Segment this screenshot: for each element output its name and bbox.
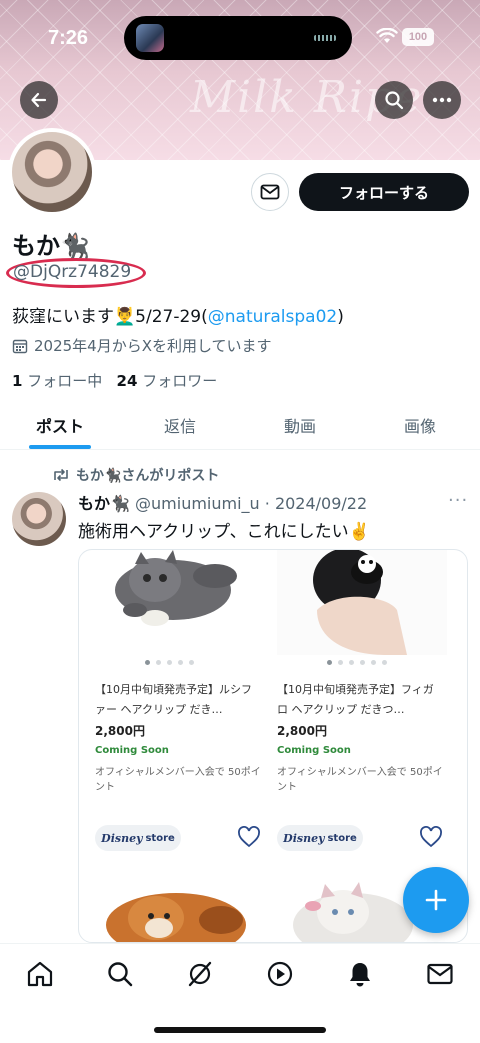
message-button[interactable] [251,173,289,211]
display-name: もか🐈‍⬛ [12,232,90,260]
more-horizontal-icon [432,97,452,103]
post-author-avatar[interactable] [12,492,66,546]
heart-icon[interactable] [419,826,443,848]
following-count: 1 [12,372,23,390]
tab-replies[interactable]: 返信 [120,400,240,449]
store-brand: Disney [283,831,325,845]
heart-icon[interactable] [237,826,261,848]
home-indicator [154,1027,326,1033]
followers-label: フォロワー [142,372,218,390]
dog-plush-image [106,893,246,942]
bio-text-end: ) [337,307,344,327]
notifications-bell-icon[interactable] [346,960,374,988]
repost-label: もか🐈‍⬛さんがリポスト [76,468,220,484]
calendar-icon [12,339,28,353]
carousel-dots [145,660,194,665]
home-icon[interactable] [26,960,54,988]
now-playing-app-icon [136,24,164,52]
tab-posts[interactable]: ポスト [0,400,120,449]
product-price: 2,800円 [277,724,327,738]
product-title: 【10月中旬頃発売予定】フィガロ ヘアクリップ だきつ… [277,683,434,716]
audio-wave-icon [314,35,336,41]
arrow-left-icon [31,92,47,108]
joined-date: 2025年4月からXを利用しています [12,335,272,356]
video-play-icon[interactable] [266,960,294,988]
back-button[interactable] [20,81,58,119]
bio-text: 荻窪にいます💆‍♂️5/27-29( [12,307,208,327]
more-options-button[interactable] [423,81,461,119]
search-icon[interactable] [106,960,134,988]
store-label: store [327,832,357,844]
product-card[interactable]: 【10月中旬頃発売予定】ルシファー ヘアクリップ だき… 2,800円 Comi… [95,550,265,942]
plus-icon [425,889,447,911]
store-label: store [145,832,175,844]
product-title: 【10月中旬頃発売予定】ルシファー ヘアクリップ だき… [95,683,252,716]
tab-images[interactable]: 画像 [360,400,480,449]
search-button[interactable] [375,81,413,119]
post-more-button[interactable]: ··· [448,490,468,511]
followers-link[interactable]: 24 フォロワー [117,372,218,390]
carousel-dots [327,660,387,665]
product-price: 2,800円 [95,724,145,738]
profile-handle: @DjQrz74829 [13,262,132,282]
profile-tabs: ポスト 返信 動画 画像 [0,400,480,450]
follow-counts: 1 フォロー中 24 フォロワー [12,370,217,391]
product-points-note: オフィシャルメンバー入会で 50ポイント [277,767,443,793]
grok-icon[interactable] [186,960,214,988]
post-text: 施術用ヘアクリップ、これにしたい✌️ [78,522,370,542]
messages-mail-icon[interactable] [426,960,454,988]
tab-videos[interactable]: 動画 [240,400,360,449]
profile-bio: 荻窪にいます💆‍♂️5/27-29(@naturalspa02) [12,302,344,327]
disney-store-badge[interactable]: Disney store [95,825,181,851]
cat-plush-clip-image [95,550,265,655]
store-brand: Disney [101,831,143,845]
hair-clip-model-image [277,550,447,655]
search-icon [385,91,404,110]
bio-mention-link[interactable]: @naturalspa02 [208,307,337,327]
status-time: 7:26 [48,27,89,49]
post-author-meta: @umiumiumi_u · 2024/09/22 [135,494,368,513]
followers-count: 24 [116,372,138,390]
compose-button[interactable] [403,867,469,933]
joined-text: 2025年4月からXを利用しています [34,337,272,355]
following-label: フォロー中 [27,372,103,390]
repost-indicator: もか🐈‍⬛さんがリポスト [52,465,219,485]
bottom-navigation [0,943,480,1043]
repost-icon [54,468,68,482]
post-author-name[interactable]: もか🐈‍⬛ [78,494,130,513]
following-link[interactable]: 1 フォロー中 [12,372,102,390]
dynamic-island [124,16,352,60]
follow-button[interactable]: フォローする [299,173,469,211]
product-points-note: オフィシャルメンバー入会で 50ポイント [95,767,261,793]
battery-indicator: 100 [402,28,434,46]
mail-icon [260,184,280,200]
product-status: Coming Soon [277,745,351,756]
profile-avatar[interactable] [8,128,96,216]
post-header: もか🐈‍⬛ @umiumiumi_u · 2024/09/22 [78,490,367,514]
wifi-icon [376,28,398,43]
disney-store-badge[interactable]: Disney store [277,825,363,851]
product-status: Coming Soon [95,745,169,756]
